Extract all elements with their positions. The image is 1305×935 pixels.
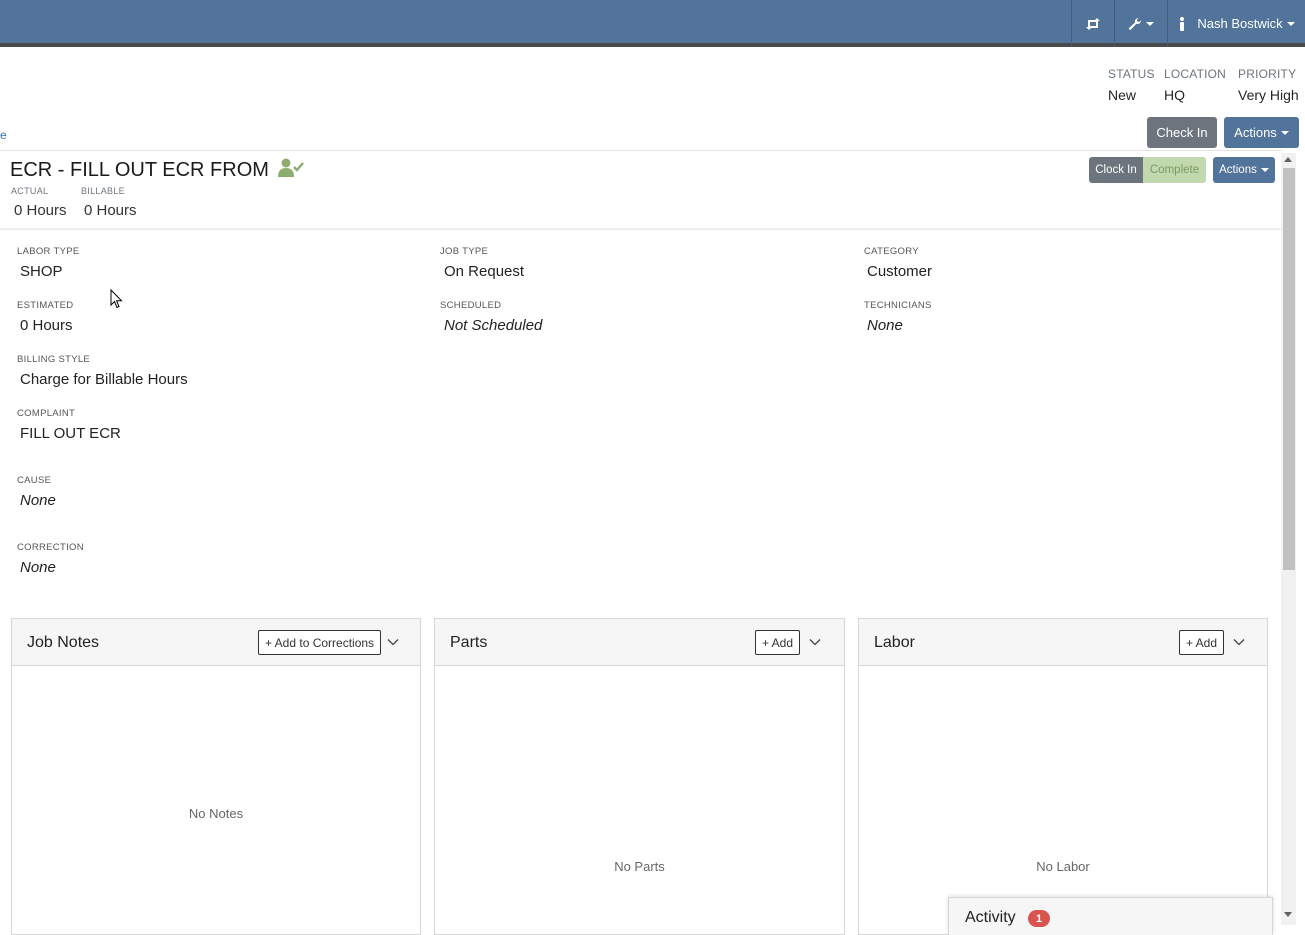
scrollbar-thumb[interactable] (1283, 168, 1295, 570)
job-notes-panel: Job Notes + Add to Corrections No Notes (11, 618, 421, 935)
category-value: Customer (867, 263, 933, 280)
scheduled-value: Not Scheduled (444, 317, 543, 334)
caret-down-icon (1146, 21, 1154, 26)
billable-hours: 0 Hours (84, 202, 137, 219)
priority-summary: PRIORITY Very High (1238, 67, 1299, 103)
mouse-cursor-icon (110, 289, 123, 309)
no-labor-text: No Labor (1036, 859, 1090, 874)
location-label: LOCATION (1164, 67, 1227, 81)
activity-count-badge: 1 (1028, 910, 1050, 927)
labor-panel: Labor + Add No Labor (858, 618, 1268, 935)
billing-style-value: Charge for Billable Hours (20, 371, 188, 388)
check-in-button[interactable]: Check In (1147, 117, 1217, 148)
caret-down-icon (1286, 21, 1295, 26)
add-to-corrections-button[interactable]: + Add to Corrections (258, 630, 382, 655)
priority-label: PRIORITY (1238, 67, 1297, 81)
wrench-icon (1128, 17, 1141, 30)
caret-down-icon (1280, 130, 1289, 135)
estimated-value: 0 Hours (20, 317, 73, 334)
technicians-label: TECHNICIANS (864, 300, 932, 311)
labor-title: Labor (874, 634, 915, 651)
job-actions-button[interactable]: Actions (1213, 157, 1275, 183)
status-label: STATUS (1108, 67, 1155, 81)
status-summary: STATUS New (1108, 67, 1155, 103)
billing-style-label: BILLING STYLE (17, 354, 91, 365)
no-notes-text: No Notes (188, 806, 244, 821)
technicians-value: None (867, 317, 903, 334)
no-parts-text: No Parts (614, 859, 665, 874)
job-notes-title: Job Notes (27, 634, 100, 651)
job-title: ECR - FILL OUT ECR FROM (10, 158, 305, 182)
priority-value: Very High (1238, 87, 1299, 103)
scroll-down-arrow-icon[interactable] (1284, 912, 1292, 917)
location-value: HQ (1164, 87, 1185, 103)
order-actions-button[interactable]: Actions (1224, 117, 1299, 148)
location-summary: LOCATION HQ (1164, 67, 1226, 103)
chevron-down-icon[interactable] (808, 635, 822, 649)
job-header-divider (0, 228, 1282, 231)
complete-button[interactable]: Complete (1143, 157, 1206, 183)
labor-type-value: SHOP (20, 263, 63, 280)
chevron-down-icon[interactable] (386, 635, 400, 649)
category-label: CATEGORY (864, 246, 919, 257)
clock-in-button[interactable]: Clock In (1089, 157, 1143, 183)
correction-label: CORRECTION (17, 542, 84, 553)
user-menu-button[interactable]: Nash Bostwick (1168, 0, 1305, 47)
user-icon (1180, 16, 1185, 31)
tools-menu-button[interactable] (1115, 0, 1167, 47)
parts-header: Parts + Add (435, 619, 844, 666)
user-check-icon (278, 158, 305, 177)
add-labor-button[interactable]: + Add (1179, 630, 1225, 655)
job-notes-header: Job Notes + Add to Corrections (12, 619, 420, 666)
actual-label: ACTUAL (11, 186, 49, 196)
billable-label: BILLABLE (81, 186, 125, 196)
status-value: New (1108, 87, 1137, 103)
chevron-down-icon[interactable] (1232, 635, 1246, 649)
truncated-link[interactable]: e (0, 128, 7, 142)
header-divider (0, 150, 1282, 151)
cause-label: CAUSE (17, 475, 52, 486)
order-actions-label: Actions (1234, 125, 1277, 140)
correction-value: None (20, 559, 56, 576)
job-type-label: JOB TYPE (440, 246, 489, 257)
switch-location-button[interactable] (1072, 0, 1114, 47)
job-actions-label: Actions (1219, 164, 1257, 176)
activity-title: Activity (965, 909, 1016, 926)
complaint-value: FILL OUT ECR (20, 425, 121, 442)
job-title-text: ECR - FILL OUT ECR FROM (10, 159, 269, 181)
complaint-label: COMPLAINT (17, 408, 76, 419)
add-part-button[interactable]: + Add (755, 630, 801, 655)
scroll-up-arrow-icon[interactable] (1284, 157, 1292, 162)
labor-type-label: LABOR TYPE (17, 246, 80, 257)
job-type-value: On Request (444, 263, 525, 280)
activity-drawer[interactable]: Activity 1 (948, 897, 1273, 935)
caret-down-icon (1260, 168, 1269, 172)
user-name: Nash Bostwick (1197, 16, 1283, 31)
cause-value: None (20, 492, 56, 509)
parts-panel: Parts + Add No Parts (434, 618, 845, 935)
actual-hours: 0 Hours (14, 202, 67, 219)
retweet-icon (1086, 17, 1100, 30)
parts-title: Parts (450, 634, 488, 651)
top-navbar: Nash Bostwick (0, 0, 1305, 47)
labor-header: Labor + Add (859, 619, 1267, 666)
estimated-label: ESTIMATED (17, 300, 74, 311)
scheduled-label: SCHEDULED (440, 300, 502, 311)
